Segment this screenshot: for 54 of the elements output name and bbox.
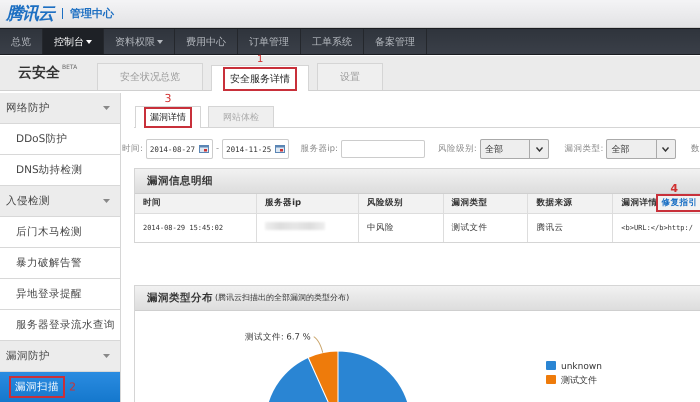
- server-ip-field[interactable]: [340, 140, 425, 158]
- table-cell: 腾讯云: [528, 213, 613, 242]
- column-header: 服务器ip: [265, 198, 302, 208]
- panel-subtitle: (腾讯云扫描出的全部漏洞的类型分布): [215, 292, 350, 303]
- column-header: 漏洞类型: [452, 198, 488, 208]
- annotation-number: 4: [670, 183, 678, 194]
- legend-label[interactable]: 测试文件: [561, 376, 597, 386]
- group-label: 网络防护: [6, 101, 50, 115]
- nav-item[interactable]: 备案管理: [364, 29, 427, 54]
- nav-item[interactable]: 费用中心: [175, 29, 238, 54]
- annotation-number: 1: [257, 55, 264, 65]
- group-label: 漏洞防护: [6, 349, 50, 363]
- slice-label: 测试文件: 6.7 %: [244, 332, 311, 342]
- column-header: 时间: [143, 198, 161, 208]
- annotation-number: 2: [69, 382, 76, 392]
- filter-label: 漏洞类型:: [564, 143, 604, 155]
- nav-item[interactable]: 资料权限: [104, 29, 175, 54]
- panel-title: 漏洞类型分布: [147, 290, 213, 304]
- dropdown-field[interactable]: 全部: [606, 139, 676, 159]
- table-cell: 测试文件: [443, 213, 528, 242]
- product-name: 云安全: [18, 64, 60, 82]
- annotation-number: 3: [164, 93, 172, 104]
- group-label: 入侵检测: [6, 194, 50, 208]
- dropdown-field[interactable]: 全部: [480, 139, 550, 159]
- column-header: 漏洞详情: [621, 198, 658, 208]
- calendar-icon: [275, 145, 286, 153]
- legend-swatch: [546, 374, 556, 384]
- sidebar-group[interactable]: 入侵检测: [0, 186, 120, 217]
- nav-item[interactable]: 订单管理: [238, 29, 301, 54]
- column-header: 数据来源: [536, 198, 572, 208]
- column-header: 风险级别: [366, 198, 403, 208]
- sidebar-group[interactable]: 网络防护: [0, 93, 120, 124]
- chevron-down-icon: [662, 146, 670, 152]
- header-title: 管理中心: [70, 6, 114, 21]
- filter-label: -: [216, 144, 220, 154]
- filter-label: 服务器ip:: [300, 143, 338, 155]
- leader-line: [313, 336, 324, 353]
- logo[interactable]: 腾讯云: [6, 2, 54, 25]
- calendar-icon: [199, 145, 210, 153]
- table-cell: 中风险: [358, 213, 444, 242]
- nav-item[interactable]: 工单系统: [301, 29, 364, 54]
- blurred-ip: [265, 222, 326, 230]
- filter-label: 数: [690, 143, 700, 155]
- legend-swatch: [546, 360, 556, 370]
- chevron-down-icon: [536, 146, 543, 152]
- legend-label[interactable]: unknown: [561, 362, 602, 372]
- sidebar-group[interactable]: 漏洞防护: [0, 341, 120, 372]
- filter-label: 时间:: [122, 143, 143, 155]
- repair-guide-link[interactable]: 修复指引: [659, 197, 700, 210]
- tab[interactable]: 安全服务详情: [211, 65, 310, 91]
- filter-label: 风险级别:: [438, 143, 477, 155]
- sidebar-item[interactable]: 漏洞扫描 2: [0, 372, 120, 402]
- tab[interactable]: 漏洞详情: [135, 106, 201, 128]
- nav-item[interactable]: 控制台: [43, 29, 104, 54]
